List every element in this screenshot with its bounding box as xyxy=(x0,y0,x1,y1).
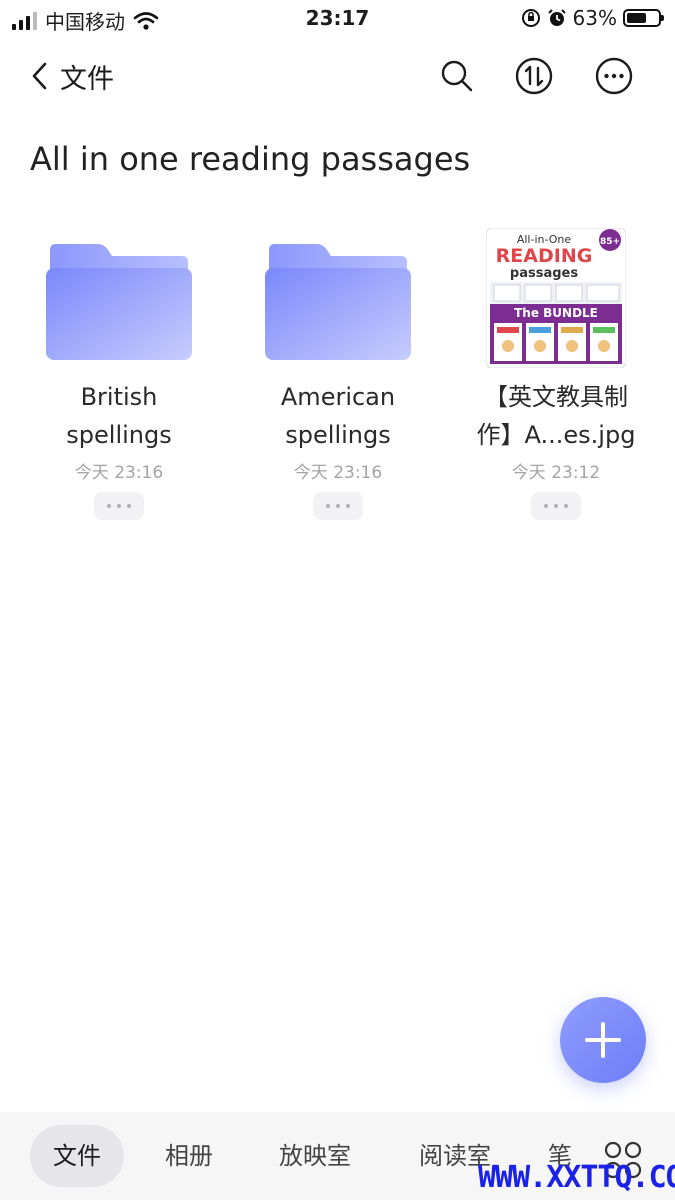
add-button[interactable] xyxy=(560,997,646,1083)
item-more-button[interactable] xyxy=(94,492,144,520)
thumb-text-3: passages xyxy=(510,266,578,281)
page-title: All in one reading passages xyxy=(30,140,471,178)
alarm-icon xyxy=(547,9,566,26)
image-item[interactable]: All-in-One READING passages 85+ The BUND… xyxy=(461,228,651,528)
sort-icon[interactable] xyxy=(514,56,554,96)
status-right: 63% xyxy=(521,6,664,30)
folder-item-british[interactable]: British spellings 今天 23:16 xyxy=(24,228,214,528)
tab-screening-room[interactable]: 放映室 xyxy=(268,1125,362,1187)
item-name: American spellings xyxy=(280,383,396,449)
item-time: 今天 23:12 xyxy=(511,463,601,483)
thumb-banner: The BUNDLE xyxy=(514,306,598,320)
search-icon[interactable] xyxy=(437,56,477,96)
item-time: 今天 23:16 xyxy=(74,463,164,483)
item-name: British spellings xyxy=(66,383,172,449)
tab-files[interactable]: 文件 xyxy=(30,1125,124,1187)
folder-item-american[interactable]: American spellings 今天 23:16 xyxy=(243,228,433,528)
chevron-left-icon xyxy=(32,62,47,90)
image-thumbnail: All-in-One READING passages 85+ The BUND… xyxy=(486,228,626,368)
item-name: 【英文教具制 作】A...es.jpg xyxy=(476,383,636,449)
more-icon[interactable] xyxy=(594,56,634,96)
status-bar: 中国移动 23:17 63% xyxy=(0,0,675,38)
orientation-lock-icon xyxy=(521,9,540,27)
battery-icon xyxy=(623,9,664,27)
thumb-badge: 85+ xyxy=(600,237,620,247)
back-button[interactable]: 文件 xyxy=(30,54,114,98)
item-more-button[interactable] xyxy=(313,492,363,520)
item-more-button[interactable] xyxy=(531,492,581,520)
file-grid: British spellings 今天 23:16 American spel… xyxy=(0,228,675,538)
folder-icon xyxy=(46,244,192,360)
nav-bar: 文件 xyxy=(0,44,675,108)
tab-albums[interactable]: 相册 xyxy=(150,1125,228,1187)
item-time: 今天 23:16 xyxy=(293,463,383,483)
battery-fill xyxy=(627,13,646,23)
watermark: WWW.XXTTQ.COM xyxy=(478,1160,675,1195)
thumb-text-2: READING xyxy=(496,245,593,267)
folder-icon xyxy=(265,244,411,360)
battery-percent: 63% xyxy=(572,6,617,30)
back-label: 文件 xyxy=(60,63,114,95)
